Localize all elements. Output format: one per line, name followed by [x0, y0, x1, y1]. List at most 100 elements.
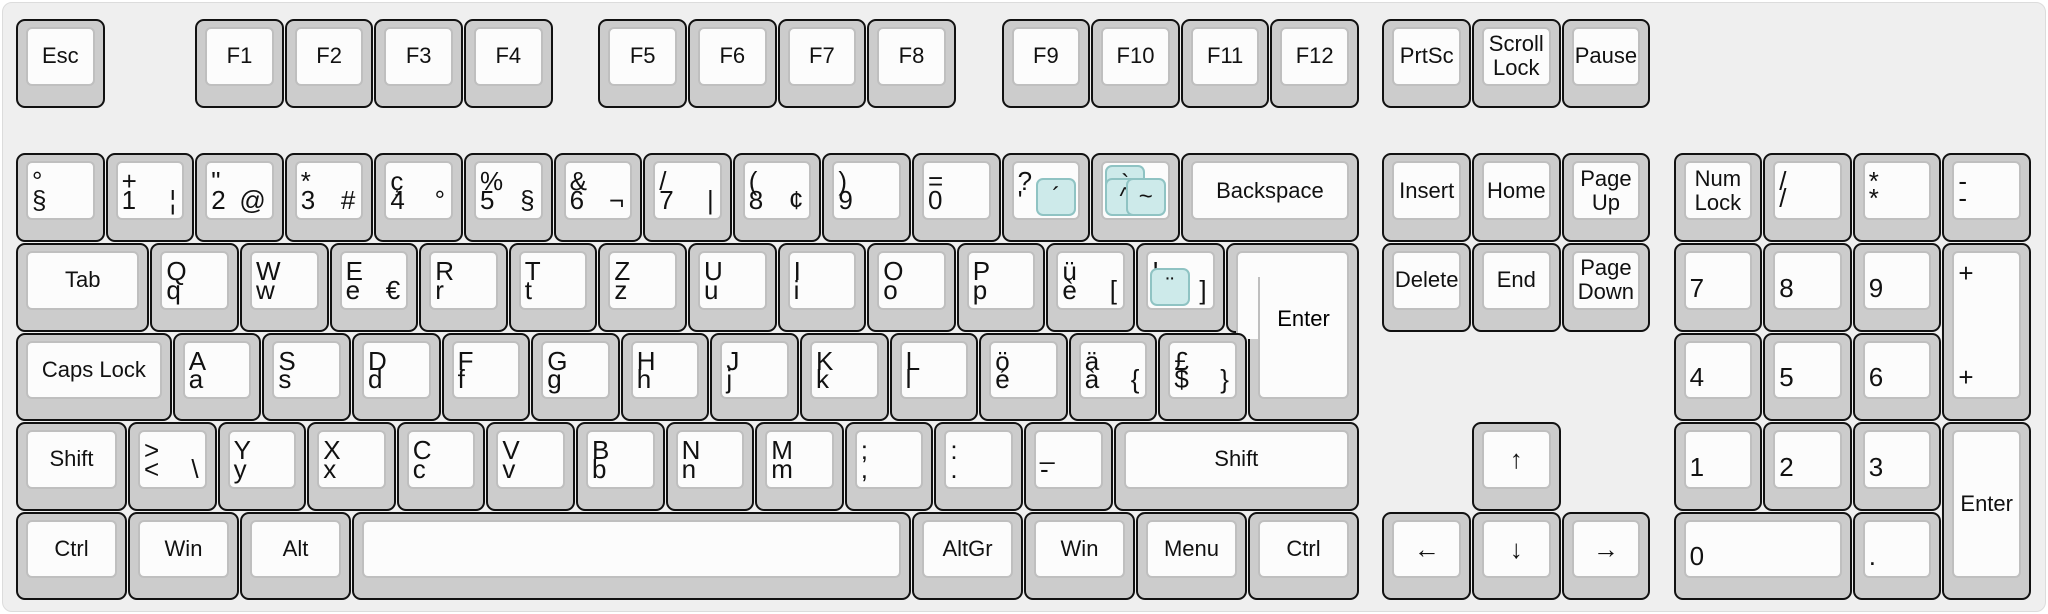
key-kp-4[interactable]: 4	[1673, 332, 1763, 422]
key-space[interactable]	[352, 511, 911, 601]
key-kp-6[interactable]: 6	[1852, 332, 1942, 422]
key-digit-1[interactable]: +1 ¦	[105, 153, 195, 242]
key-f3[interactable]: F3	[374, 19, 463, 108]
key-less-than[interactable]: > < \	[128, 422, 217, 511]
key-m[interactable]: Mm	[755, 422, 844, 511]
key-f11[interactable]: F11	[1180, 19, 1270, 108]
key-comma[interactable]: ;,	[844, 422, 934, 511]
key-kp-multiply[interactable]: * *	[1852, 153, 1942, 242]
key-u-umlaut[interactable]: ü è[	[1046, 243, 1135, 332]
key-o-umlaut[interactable]: öé	[979, 332, 1068, 422]
key-digit-0[interactable]: = 0	[912, 153, 1001, 242]
key-e[interactable]: Ee €	[329, 243, 419, 332]
key-kp-divide[interactable]: / /	[1763, 153, 1852, 242]
key-win-left[interactable]: Win	[128, 511, 239, 601]
key-shift-left[interactable]: Shift	[16, 422, 127, 511]
key-backspace[interactable]: Backspace	[1180, 153, 1359, 242]
key-u[interactable]: Uu	[688, 243, 777, 332]
key-digit-9[interactable]: ) 9	[822, 153, 911, 242]
key-f10[interactable]: F10	[1091, 19, 1180, 108]
key-k[interactable]: Kk	[800, 332, 889, 422]
key-z[interactable]: Zz	[598, 243, 687, 332]
key-f2[interactable]: F2	[284, 19, 374, 108]
key-f4[interactable]: F4	[464, 19, 553, 108]
key-f8[interactable]: F8	[867, 19, 956, 108]
key-q[interactable]: Qq	[150, 243, 239, 332]
key-g[interactable]: Gg	[531, 332, 620, 422]
key-prtsc[interactable]: PrtSc	[1382, 19, 1471, 108]
key-shift-right[interactable]: Shift	[1113, 422, 1359, 511]
key-ctrl-left[interactable]: Ctrl	[16, 511, 127, 601]
key-arrow-right[interactable]: →	[1561, 511, 1651, 601]
key-f12[interactable]: F12	[1270, 19, 1359, 108]
key-scroll-lock[interactable]: Scroll Lock	[1472, 19, 1561, 108]
key-minus[interactable]: _ -	[1024, 422, 1113, 511]
key-period[interactable]: :.	[934, 422, 1023, 511]
key-s[interactable]: Ss	[262, 332, 351, 422]
key-arrow-left[interactable]: ←	[1382, 511, 1471, 601]
key-f7[interactable]: F7	[777, 19, 867, 108]
key-kp-7[interactable]: 7	[1673, 243, 1763, 332]
key-ctrl-right[interactable]: Ctrl	[1248, 511, 1359, 601]
key-h[interactable]: Hh	[620, 332, 710, 422]
key-x[interactable]: Xx	[307, 422, 396, 511]
key-kp-8[interactable]: 8	[1763, 243, 1852, 332]
key-f1[interactable]: F1	[195, 19, 284, 108]
key-f6[interactable]: F6	[688, 19, 777, 108]
key-tab[interactable]: Tab	[16, 243, 150, 332]
key-v[interactable]: Vv	[486, 422, 575, 511]
key-win-right[interactable]: Win	[1024, 511, 1135, 601]
key-caps-lock[interactable]: Caps Lock	[16, 332, 172, 422]
key-b[interactable]: Bb	[576, 422, 665, 511]
key-c[interactable]: Cc	[396, 422, 486, 511]
key-j[interactable]: Jj	[710, 332, 799, 422]
key-page-down[interactable]: Page Down	[1561, 243, 1651, 332]
key-kp-0[interactable]: 0	[1673, 511, 1852, 601]
key-digit-7[interactable]: /7 |	[643, 153, 732, 242]
key-page-up[interactable]: Page Up	[1561, 153, 1651, 242]
key-digit-6[interactable]: & 6 ¬	[553, 153, 643, 242]
key-r[interactable]: Rr	[419, 243, 508, 332]
key-f5[interactable]: F5	[598, 19, 687, 108]
key-dollar[interactable]: £ $}	[1158, 332, 1247, 422]
key-caret[interactable]: `^~	[1091, 153, 1180, 242]
key-a-umlaut[interactable]: ä à{	[1068, 332, 1158, 422]
key-end[interactable]: End	[1472, 243, 1561, 332]
key-kp-2[interactable]: 2	[1763, 422, 1852, 511]
key-kp-decimal[interactable]: .	[1852, 511, 1942, 601]
key-a[interactable]: Aa	[172, 332, 262, 422]
key-kp-5[interactable]: 5	[1763, 332, 1852, 422]
key-kp-subtract[interactable]: --	[1942, 153, 2031, 242]
key-pause[interactable]: Pause	[1561, 19, 1651, 108]
key-diaeresis[interactable]: !]¨	[1136, 243, 1225, 332]
key-n[interactable]: Nn	[665, 422, 755, 511]
key-kp-3[interactable]: 3	[1852, 422, 1942, 511]
key-y[interactable]: Yy	[217, 422, 307, 511]
key-t[interactable]: Tt	[508, 243, 598, 332]
key-arrow-up[interactable]: ↑	[1472, 422, 1561, 511]
key-digit-4[interactable]: ç 4 °	[374, 153, 463, 242]
key-o[interactable]: Oo	[867, 243, 956, 332]
key-alt[interactable]: Alt	[240, 511, 351, 601]
key-kp-add[interactable]: + +	[1942, 243, 2031, 422]
key-digit-2[interactable]: " 2 @	[195, 153, 284, 242]
key-section[interactable]: ° §	[16, 153, 105, 242]
key-kp-9[interactable]: 9	[1852, 243, 1942, 332]
key-apostrophe[interactable]: ? ' ´	[1001, 153, 1091, 242]
key-digit-5[interactable]: % 5 §	[464, 153, 553, 242]
key-digit-8[interactable]: (8 ¢	[732, 153, 822, 242]
key-kp-1[interactable]: 1	[1673, 422, 1763, 511]
key-i[interactable]: Ii	[777, 243, 867, 332]
key-num-lock[interactable]: Num Lock	[1673, 153, 1763, 242]
key-f9[interactable]: F9	[1001, 19, 1091, 108]
key-w[interactable]: Ww	[240, 243, 329, 332]
key-p[interactable]: Pp	[956, 243, 1046, 332]
key-d[interactable]: Dd	[352, 332, 441, 422]
key-arrow-down[interactable]: ↓	[1472, 511, 1561, 601]
key-menu[interactable]: Menu	[1136, 511, 1247, 601]
key-f[interactable]: Ff	[441, 332, 531, 422]
key-kp-enter[interactable]: Enter	[1942, 422, 2031, 601]
key-altgr[interactable]: AltGr	[912, 511, 1023, 601]
key-insert[interactable]: Insert	[1382, 153, 1471, 242]
key-digit-3[interactable]: * 3 #	[284, 153, 374, 242]
